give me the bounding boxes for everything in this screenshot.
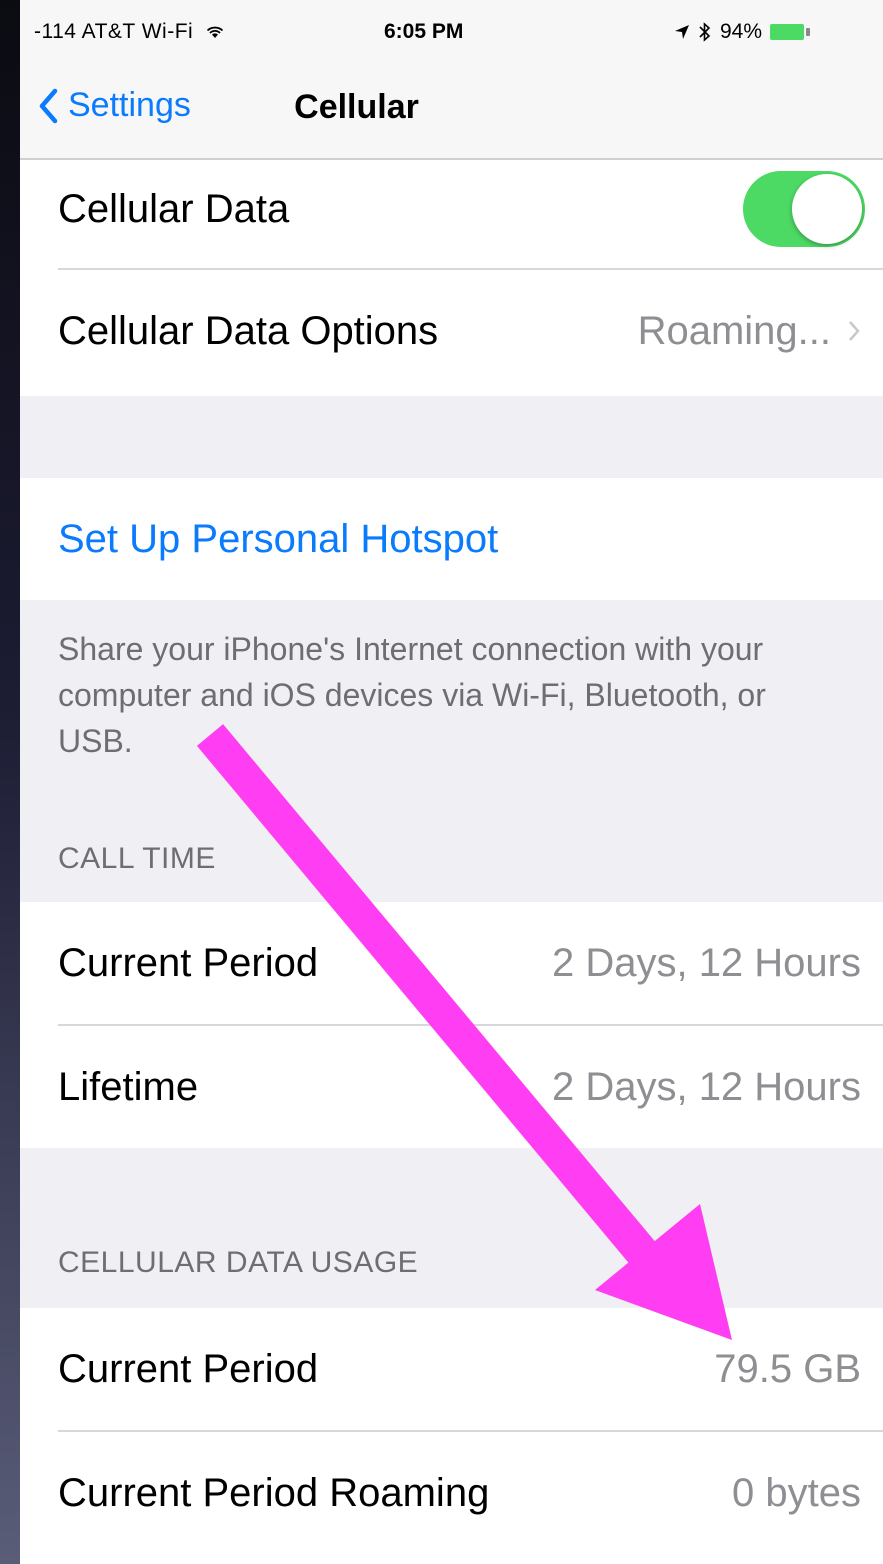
data-usage-roaming-row: Current Period Roaming 0 bytes xyxy=(20,1432,883,1554)
status-indicators: 94% xyxy=(674,20,811,44)
carrier-info: -114 AT&T Wi-Fi xyxy=(34,20,224,44)
call-time-header: CALL TIME xyxy=(58,842,216,875)
clock: 6:05 PM xyxy=(384,20,464,43)
cellular-data-label: Cellular Data xyxy=(58,186,290,231)
row-value: 2 Days, 12 Hours xyxy=(551,940,861,985)
bluetooth-icon xyxy=(699,22,711,42)
battery-percent: 94% xyxy=(720,20,763,43)
data-usage-current-period-row: Current Period 79.5 GB xyxy=(20,1308,883,1430)
call-time-current-period-row: Current Period 2 Days, 12 Hours xyxy=(20,902,883,1024)
carrier-label: -114 AT&T Wi-Fi xyxy=(34,20,194,43)
status-bar: -114 AT&T Wi-Fi 6:05 PM 94% xyxy=(20,0,883,62)
set-up-hotspot-link[interactable]: Set Up Personal Hotspot xyxy=(58,517,498,562)
cellular-data-row: Cellular Data xyxy=(20,148,883,270)
cellular-data-options-row[interactable]: Cellular Data Options Roaming... xyxy=(20,270,883,392)
call-time-group: Current Period 2 Days, 12 Hours Lifetime… xyxy=(20,902,883,1148)
chevron-right-icon xyxy=(849,321,860,341)
hotspot-footer: Share your iPhone's Internet connection … xyxy=(58,631,766,759)
cellular-data-group: Cellular Data Cellular Data Options Roam… xyxy=(20,160,883,396)
row-label: Current Period xyxy=(58,1346,319,1391)
row-value: 79.5 GB xyxy=(714,1346,861,1391)
cellular-data-usage-header: CELLULAR DATA USAGE xyxy=(58,1246,419,1279)
navigation-bar: Settings Cellular xyxy=(20,62,883,160)
row-label: Current Period Roaming xyxy=(58,1470,490,1515)
wifi-icon xyxy=(206,27,223,39)
cellular-data-options-value: Roaming... xyxy=(638,309,861,354)
roaming-value: Roaming... xyxy=(637,308,831,353)
hotspot-group: Set Up Personal Hotspot xyxy=(20,478,883,600)
page-title: Cellular xyxy=(294,88,419,126)
cellular-data-toggle[interactable] xyxy=(743,171,865,247)
location-arrow-icon xyxy=(675,25,689,39)
row-label: Lifetime xyxy=(58,1064,199,1109)
phone-screen: -114 AT&T Wi-Fi 6:05 PM 94% Settings Cel… xyxy=(20,0,883,1564)
data-usage-group: Current Period 79.5 GB Current Period Ro… xyxy=(20,1308,883,1564)
toggle-knob xyxy=(792,174,862,244)
hotspot-row[interactable]: Set Up Personal Hotspot xyxy=(20,478,883,600)
row-value: 0 bytes xyxy=(732,1470,861,1515)
battery-icon xyxy=(770,24,811,40)
row-value: 2 Days, 12 Hours xyxy=(551,1064,861,1109)
call-time-lifetime-row: Lifetime 2 Days, 12 Hours xyxy=(20,1026,883,1148)
row-label: Current Period xyxy=(58,940,319,985)
cellular-data-options-label: Cellular Data Options xyxy=(58,308,439,353)
